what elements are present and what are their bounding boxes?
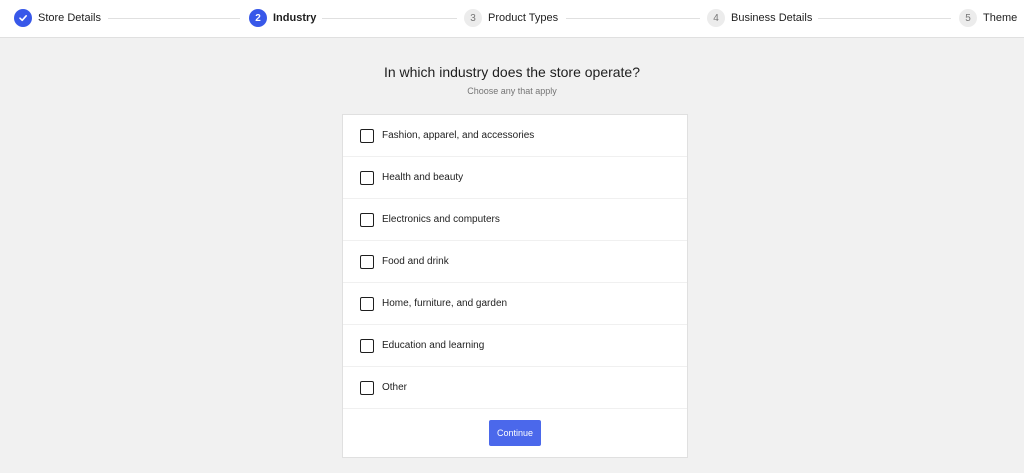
option-label: Health and beauty — [382, 172, 464, 183]
check-icon — [14, 9, 32, 27]
step-label: Industry — [273, 12, 317, 24]
step-number: 3 — [464, 9, 482, 27]
step-connector — [566, 18, 700, 19]
step-theme[interactable]: 5 Theme — [959, 9, 1017, 27]
step-connector — [108, 18, 240, 19]
continue-button[interactable]: Continue — [489, 420, 541, 446]
option-other[interactable]: Other — [343, 367, 687, 409]
step-business-details[interactable]: 4 Business Details — [707, 9, 812, 27]
step-product-types[interactable]: 3 Product Types — [464, 9, 558, 27]
card-footer: Continue — [343, 409, 687, 457]
step-industry[interactable]: 2 Industry — [249, 9, 316, 27]
checkbox[interactable] — [360, 128, 374, 143]
option-label: Electronics and computers — [382, 214, 500, 225]
step-number: 4 — [707, 9, 725, 27]
step-label: Business Details — [731, 12, 813, 24]
option-home-garden[interactable]: Home, furniture, and garden — [343, 283, 687, 325]
checkbox[interactable] — [360, 338, 374, 353]
step-connector — [818, 18, 951, 19]
step-label: Theme — [983, 12, 1018, 24]
option-label: Fashion, apparel, and accessories — [382, 130, 535, 141]
step-label: Product Types — [488, 12, 559, 24]
checkbox[interactable] — [360, 170, 374, 185]
setup-stepper: Store Details 2 Industry 3 Product Types… — [0, 0, 1024, 38]
option-label: Other — [382, 382, 408, 393]
option-education[interactable]: Education and learning — [343, 325, 687, 367]
page-title: In which industry does the store operate… — [383, 64, 641, 80]
step-connector — [322, 18, 457, 19]
option-label: Education and learning — [382, 340, 485, 351]
step-store-details[interactable]: Store Details — [14, 9, 101, 27]
page-subtitle: Choose any that apply — [467, 86, 557, 96]
industry-options-card: Fashion, apparel, and accessories Health… — [342, 114, 688, 458]
option-fashion[interactable]: Fashion, apparel, and accessories — [343, 115, 687, 157]
checkbox[interactable] — [360, 212, 374, 227]
step-number: 5 — [959, 9, 977, 27]
option-health-beauty[interactable]: Health and beauty — [343, 157, 687, 199]
step-number: 2 — [249, 9, 267, 27]
checkbox[interactable] — [360, 296, 374, 311]
option-label: Food and drink — [382, 256, 449, 267]
option-electronics[interactable]: Electronics and computers — [343, 199, 687, 241]
option-food-drink[interactable]: Food and drink — [343, 241, 687, 283]
checkbox[interactable] — [360, 254, 374, 269]
step-label: Store Details — [38, 12, 101, 24]
option-label: Home, furniture, and garden — [382, 298, 508, 309]
checkbox[interactable] — [360, 380, 374, 395]
